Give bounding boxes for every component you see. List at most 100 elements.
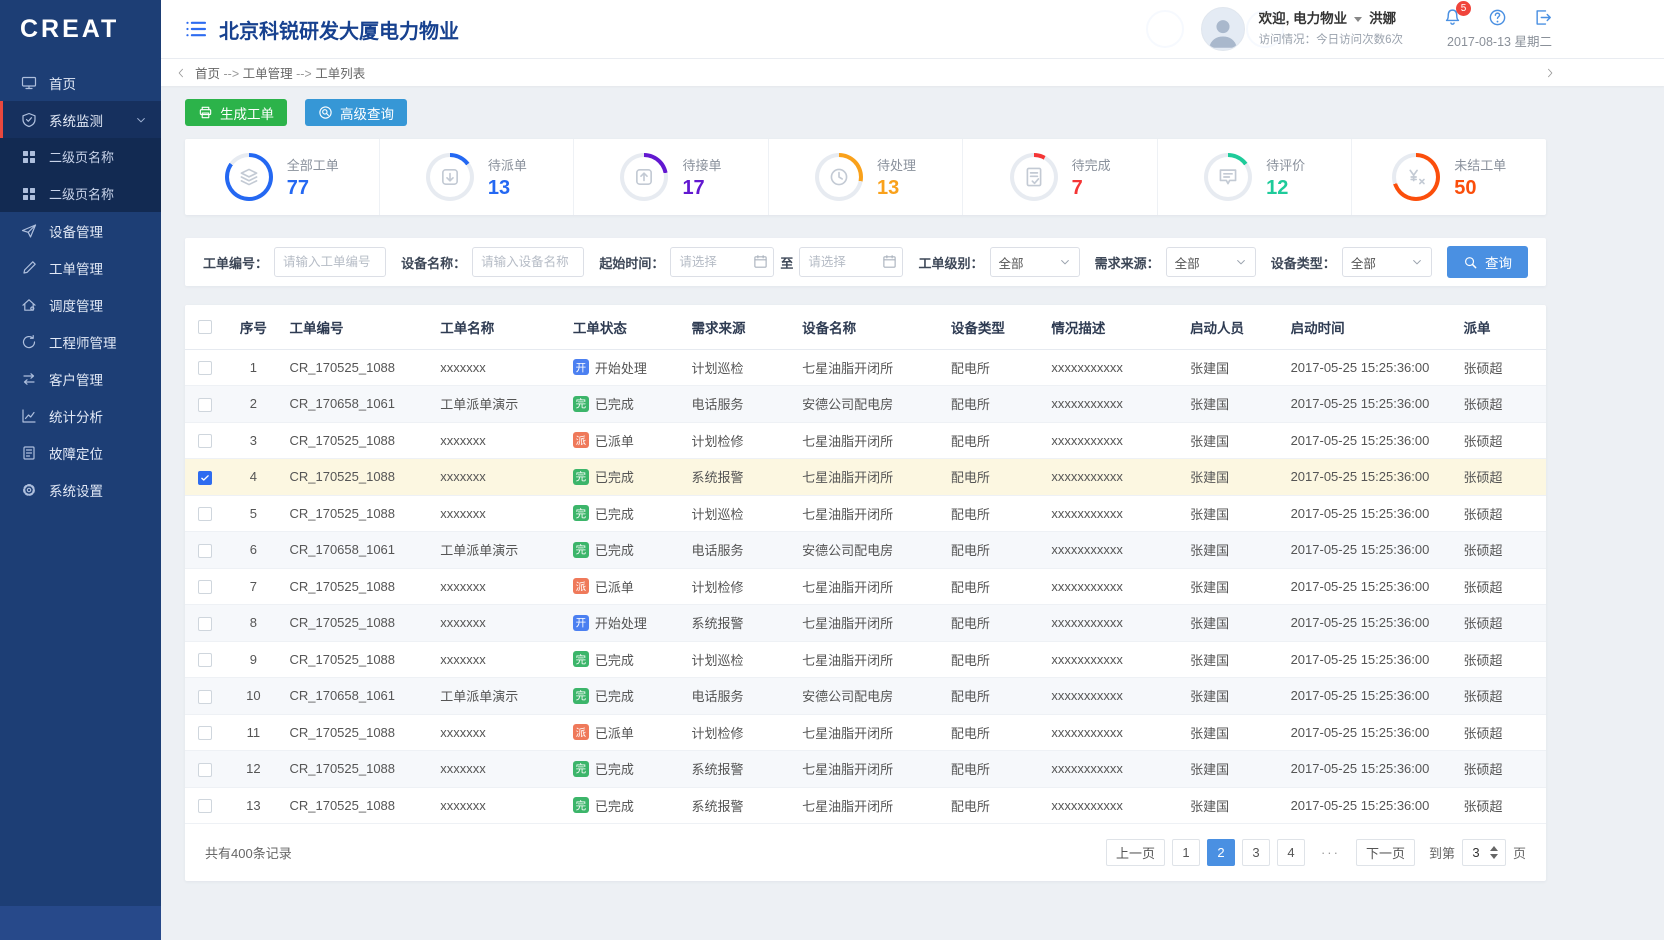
filter-device-name: 设备名称： — [401, 247, 584, 277]
stat-card-to-review[interactable]: 待评价12 — [1158, 139, 1353, 215]
cell-dispatcher: 张硕超 — [1455, 386, 1546, 423]
sidebar-item-engineer-mgmt[interactable]: 工程师管理 — [0, 323, 161, 360]
row-checkbox[interactable] — [198, 471, 212, 485]
cell-dispatcher: 张硕超 — [1455, 532, 1546, 569]
sidebar-collapse-bar[interactable] — [0, 906, 161, 940]
cell-description: xxxxxxxxxxx — [1043, 605, 1182, 642]
stat-text: 未结工单50 — [1454, 155, 1506, 200]
stat-card-to-finish[interactable]: 待完成7 — [963, 139, 1158, 215]
cell-order-no: CR_170658_1061 — [281, 678, 432, 715]
help-icon[interactable] — [1488, 8, 1507, 27]
row-checkbox[interactable] — [198, 690, 212, 704]
sidebar-item-label: 系统设置 — [49, 480, 103, 500]
cell-seq: 4 — [225, 459, 281, 496]
sidebar-item-system-settings[interactable]: 系统设置 — [0, 471, 161, 508]
cell-start-time: 2017-05-25 15:25:36:00 — [1283, 678, 1456, 715]
device-name-input[interactable] — [472, 247, 584, 277]
breadcrumb-item[interactable]: 工单列表 — [315, 67, 365, 81]
cell-device-name: 七星油脂开闭所 — [794, 349, 943, 386]
status-badge: 派 — [573, 724, 589, 740]
row-checkbox[interactable] — [198, 434, 212, 448]
row-checkbox[interactable] — [198, 799, 212, 813]
cell-status: 完已完成 — [565, 678, 684, 715]
cell-seq: 10 — [225, 678, 281, 715]
sidebar-item-order-mgmt[interactable]: 工单管理 — [0, 249, 161, 286]
breadcrumb-back-icon[interactable] — [175, 67, 187, 79]
stat-card-to-dispatch[interactable]: 待派单13 — [380, 139, 575, 215]
stat-card-to-accept[interactable]: 待接单17 — [574, 139, 769, 215]
cell-order-name: xxxxxxx — [432, 641, 565, 678]
start-date-input[interactable] — [670, 247, 774, 277]
stat-card-to-process[interactable]: 待处理13 — [769, 139, 964, 215]
level-select[interactable]: 全部 — [990, 247, 1080, 277]
topbar-icon-column: 5 2017-08-13 星期二 — [1443, 8, 1552, 50]
row-checkbox[interactable] — [198, 726, 212, 740]
toolbar: 生成工单 高级查询 — [185, 99, 1546, 126]
cell-status: 派已派单 — [565, 714, 684, 751]
breadcrumb-forward-icon[interactable] — [1544, 67, 1556, 79]
select-all-cell — [185, 305, 225, 349]
goto-page-input[interactable] — [1463, 845, 1489, 860]
page-spinner[interactable] — [1490, 846, 1498, 859]
progress-ring — [620, 153, 668, 201]
end-date-input[interactable] — [799, 247, 903, 277]
filter-order-no: 工单编号： — [203, 247, 386, 277]
menu-toggle-icon[interactable] — [185, 18, 207, 40]
sidebar-item-subpage-1[interactable]: 二级页名称 — [0, 138, 161, 175]
sidebar-item-customer-mgmt[interactable]: 客户管理 — [0, 360, 161, 397]
cell-description: xxxxxxxxxxx — [1043, 459, 1182, 496]
avatar[interactable] — [1201, 7, 1245, 51]
page-button-4[interactable]: 4 — [1277, 839, 1305, 866]
column-header: 序号 — [225, 305, 281, 349]
status: 完已完成 — [573, 759, 676, 778]
user-dropdown-caret[interactable] — [1354, 17, 1362, 22]
row-checkbox[interactable] — [198, 763, 212, 777]
filter-device-type: 设备类型： 全部 — [1271, 247, 1432, 277]
row-checkbox[interactable] — [198, 617, 212, 631]
row-checkbox[interactable] — [198, 580, 212, 594]
breadcrumb-item[interactable]: 工单管理 — [243, 67, 293, 81]
cell-start-time: 2017-05-25 15:25:36:00 — [1283, 568, 1456, 605]
device-type-select[interactable]: 全部 — [1342, 247, 1432, 277]
desktop-icon — [21, 75, 37, 91]
row-checkbox[interactable] — [198, 507, 212, 521]
stat-card-all-orders[interactable]: 全部工单77 — [185, 139, 380, 215]
sidebar-item-fault-location[interactable]: 故障定位 — [0, 434, 161, 471]
page-button-2[interactable]: 2 — [1207, 839, 1235, 866]
page-button-3[interactable]: 3 — [1242, 839, 1270, 866]
next-page-button[interactable]: 下一页 — [1356, 839, 1415, 866]
column-header: 需求来源 — [684, 305, 795, 349]
table-row: 4CR_170525_1088xxxxxxx完已完成系统报警七星油脂开闭所配电所… — [185, 459, 1546, 496]
row-checkbox[interactable] — [198, 361, 212, 375]
advanced-search-button[interactable]: 高级查询 — [305, 99, 407, 126]
logout-icon[interactable] — [1533, 8, 1552, 27]
bell-icon[interactable]: 5 — [1443, 8, 1462, 27]
source-select[interactable]: 全部 — [1166, 247, 1256, 277]
row-checkbox[interactable] — [198, 544, 212, 558]
order-no-input[interactable] — [274, 247, 386, 277]
row-checkbox[interactable] — [198, 398, 212, 412]
page-button-1[interactable]: 1 — [1172, 839, 1200, 866]
stat-label: 待完成 — [1072, 155, 1111, 174]
cell-seq: 12 — [225, 751, 281, 788]
sidebar-item-subpage-2[interactable]: 二级页名称 — [0, 175, 161, 212]
status: 完已完成 — [573, 650, 676, 669]
status: 派已派单 — [573, 723, 676, 742]
search-button[interactable]: 查询 — [1447, 246, 1528, 278]
sidebar-item-device-mgmt[interactable]: 设备管理 — [0, 212, 161, 249]
cell-source: 计划巡检 — [684, 495, 795, 532]
cell-dispatcher: 张硕超 — [1455, 641, 1546, 678]
sidebar-item-system-monitor[interactable]: 系统监测 — [0, 101, 161, 138]
cell-order-name: xxxxxxx — [432, 349, 565, 386]
row-checkbox[interactable] — [198, 653, 212, 667]
select-all-checkbox[interactable] — [198, 320, 212, 334]
sidebar-item-home[interactable]: 首页 — [0, 64, 161, 101]
breadcrumb-item[interactable]: 首页 — [195, 67, 220, 81]
create-order-button[interactable]: 生成工单 — [185, 99, 287, 126]
sidebar-item-stats-analysis[interactable]: 统计分析 — [0, 397, 161, 434]
cell-starter: 张建国 — [1182, 349, 1283, 386]
stat-card-unsettled[interactable]: 未结工单50 — [1352, 139, 1546, 215]
prev-page-button[interactable]: 上一页 — [1106, 839, 1165, 866]
stat-value: 50 — [1454, 177, 1506, 200]
sidebar-item-dispatch-mgmt[interactable]: 调度管理 — [0, 286, 161, 323]
